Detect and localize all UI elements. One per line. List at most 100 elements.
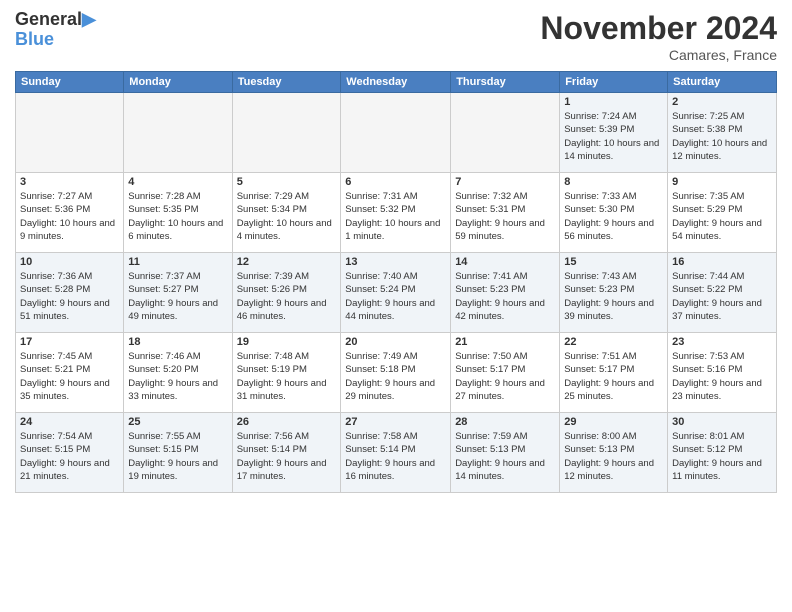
day-number: 9 bbox=[672, 176, 772, 188]
day-number: 22 bbox=[564, 336, 663, 348]
calendar-cell: 24 Sunrise: 7:54 AM Sunset: 5:15 PM Dayli… bbox=[16, 413, 124, 493]
calendar-cell: 18 Sunrise: 7:46 AM Sunset: 5:20 PM Dayli… bbox=[124, 333, 232, 413]
day-info: Sunrise: 7:29 AM Sunset: 5:34 PM Dayligh… bbox=[237, 190, 337, 243]
calendar-cell: 6 Sunrise: 7:31 AM Sunset: 5:32 PM Daylig… bbox=[341, 173, 451, 253]
calendar-week-row: 24 Sunrise: 7:54 AM Sunset: 5:15 PM Dayli… bbox=[16, 413, 777, 493]
day-info: Sunrise: 7:27 AM Sunset: 5:36 PM Dayligh… bbox=[20, 190, 119, 243]
day-info: Sunrise: 7:43 AM Sunset: 5:23 PM Dayligh… bbox=[564, 270, 663, 323]
day-number: 12 bbox=[237, 256, 337, 268]
weekday-header-cell: Wednesday bbox=[341, 72, 451, 93]
logo-line1: General▶ bbox=[15, 10, 96, 30]
day-info: Sunrise: 7:53 AM Sunset: 5:16 PM Dayligh… bbox=[672, 350, 772, 403]
weekday-header-row: SundayMondayTuesdayWednesdayThursdayFrid… bbox=[16, 72, 777, 93]
calendar-week-row: 10Sunrise: 7:36 AM Sunset: 5:28 PM Dayli… bbox=[16, 253, 777, 333]
day-info: Sunrise: 7:46 AM Sunset: 5:20 PM Dayligh… bbox=[128, 350, 227, 403]
day-number: 3 bbox=[20, 176, 119, 188]
day-info: Sunrise: 7:58 AM Sunset: 5:14 PM Dayligh… bbox=[345, 430, 446, 483]
day-info: Sunrise: 7:49 AM Sunset: 5:18 PM Dayligh… bbox=[345, 350, 446, 403]
calendar-cell bbox=[124, 93, 232, 173]
calendar-cell: 10Sunrise: 7:36 AM Sunset: 5:28 PM Dayli… bbox=[16, 253, 124, 333]
day-info: Sunrise: 7:28 AM Sunset: 5:35 PM Dayligh… bbox=[128, 190, 227, 243]
calendar-cell bbox=[341, 93, 451, 173]
calendar-cell: 23 Sunrise: 7:53 AM Sunset: 5:16 PM Dayli… bbox=[668, 333, 777, 413]
calendar-cell bbox=[232, 93, 341, 173]
weekday-header-cell: Sunday bbox=[16, 72, 124, 93]
calendar-cell: 3 Sunrise: 7:27 AM Sunset: 5:36 PM Daylig… bbox=[16, 173, 124, 253]
calendar-cell: 4 Sunrise: 7:28 AM Sunset: 5:35 PM Daylig… bbox=[124, 173, 232, 253]
day-number: 16 bbox=[672, 256, 772, 268]
calendar-cell: 9Sunrise: 7:35 AM Sunset: 5:29 PM Daylig… bbox=[668, 173, 777, 253]
day-info: Sunrise: 7:56 AM Sunset: 5:14 PM Dayligh… bbox=[237, 430, 337, 483]
calendar-cell: 26 Sunrise: 7:56 AM Sunset: 5:14 PM Dayli… bbox=[232, 413, 341, 493]
title-area: November 2024 Camares, France bbox=[540, 10, 777, 63]
day-number: 5 bbox=[237, 176, 337, 188]
day-info: Sunrise: 7:37 AM Sunset: 5:27 PM Dayligh… bbox=[128, 270, 227, 323]
calendar-cell bbox=[16, 93, 124, 173]
day-number: 15 bbox=[564, 256, 663, 268]
calendar-week-row: 17Sunrise: 7:45 AM Sunset: 5:21 PM Dayli… bbox=[16, 333, 777, 413]
calendar-cell: 21 Sunrise: 7:50 AM Sunset: 5:17 PM Dayli… bbox=[451, 333, 560, 413]
day-info: Sunrise: 8:00 AM Sunset: 5:13 PM Dayligh… bbox=[564, 430, 663, 483]
calendar-cell: 16Sunrise: 7:44 AM Sunset: 5:22 PM Dayli… bbox=[668, 253, 777, 333]
day-number: 18 bbox=[128, 336, 227, 348]
day-number: 10 bbox=[20, 256, 119, 268]
calendar-cell: 11Sunrise: 7:37 AM Sunset: 5:27 PM Dayli… bbox=[124, 253, 232, 333]
calendar-table: SundayMondayTuesdayWednesdayThursdayFrid… bbox=[15, 71, 777, 493]
calendar-cell: 22 Sunrise: 7:51 AM Sunset: 5:17 PM Dayli… bbox=[560, 333, 668, 413]
logo-line2: Blue bbox=[15, 30, 96, 50]
calendar-cell: 19Sunrise: 7:48 AM Sunset: 5:19 PM Dayli… bbox=[232, 333, 341, 413]
day-number: 24 bbox=[20, 416, 119, 428]
calendar-cell: 28Sunrise: 7:59 AM Sunset: 5:13 PM Dayli… bbox=[451, 413, 560, 493]
day-number: 8 bbox=[564, 176, 663, 188]
day-number: 1 bbox=[564, 96, 663, 108]
day-number: 13 bbox=[345, 256, 446, 268]
calendar-cell: 20 Sunrise: 7:49 AM Sunset: 5:18 PM Dayli… bbox=[341, 333, 451, 413]
day-number: 2 bbox=[672, 96, 772, 108]
day-number: 4 bbox=[128, 176, 227, 188]
calendar-cell: 29 Sunrise: 8:00 AM Sunset: 5:13 PM Dayli… bbox=[560, 413, 668, 493]
page-header: General▶ Blue November 2024 Camares, Fra… bbox=[15, 10, 777, 63]
weekday-header-cell: Thursday bbox=[451, 72, 560, 93]
weekday-header-cell: Monday bbox=[124, 72, 232, 93]
calendar-cell: 8 Sunrise: 7:33 AM Sunset: 5:30 PM Daylig… bbox=[560, 173, 668, 253]
calendar-body: 1 Sunrise: 7:24 AM Sunset: 5:39 PM Daylig… bbox=[16, 93, 777, 493]
day-info: Sunrise: 7:31 AM Sunset: 5:32 PM Dayligh… bbox=[345, 190, 446, 243]
calendar-cell: 5 Sunrise: 7:29 AM Sunset: 5:34 PM Daylig… bbox=[232, 173, 341, 253]
calendar-cell: 25 Sunrise: 7:55 AM Sunset: 5:15 PM Dayli… bbox=[124, 413, 232, 493]
day-info: Sunrise: 7:25 AM Sunset: 5:38 PM Dayligh… bbox=[672, 110, 772, 163]
page-container: General▶ Blue November 2024 Camares, Fra… bbox=[0, 0, 792, 503]
day-number: 25 bbox=[128, 416, 227, 428]
day-number: 20 bbox=[345, 336, 446, 348]
calendar-cell: 30Sunrise: 8:01 AM Sunset: 5:12 PM Dayli… bbox=[668, 413, 777, 493]
day-info: Sunrise: 7:50 AM Sunset: 5:17 PM Dayligh… bbox=[455, 350, 555, 403]
calendar-week-row: 1 Sunrise: 7:24 AM Sunset: 5:39 PM Daylig… bbox=[16, 93, 777, 173]
day-number: 6 bbox=[345, 176, 446, 188]
day-number: 23 bbox=[672, 336, 772, 348]
calendar-cell: 27Sunrise: 7:58 AM Sunset: 5:14 PM Dayli… bbox=[341, 413, 451, 493]
day-info: Sunrise: 7:51 AM Sunset: 5:17 PM Dayligh… bbox=[564, 350, 663, 403]
day-number: 21 bbox=[455, 336, 555, 348]
day-number: 14 bbox=[455, 256, 555, 268]
calendar-cell: 13 Sunrise: 7:40 AM Sunset: 5:24 PM Dayli… bbox=[341, 253, 451, 333]
day-number: 26 bbox=[237, 416, 337, 428]
calendar-cell: 2 Sunrise: 7:25 AM Sunset: 5:38 PM Daylig… bbox=[668, 93, 777, 173]
calendar-cell bbox=[451, 93, 560, 173]
day-number: 29 bbox=[564, 416, 663, 428]
day-info: Sunrise: 7:24 AM Sunset: 5:39 PM Dayligh… bbox=[564, 110, 663, 163]
day-number: 30 bbox=[672, 416, 772, 428]
calendar-cell: 15 Sunrise: 7:43 AM Sunset: 5:23 PM Dayli… bbox=[560, 253, 668, 333]
day-number: 7 bbox=[455, 176, 555, 188]
calendar-cell: 14Sunrise: 7:41 AM Sunset: 5:23 PM Dayli… bbox=[451, 253, 560, 333]
day-info: Sunrise: 7:55 AM Sunset: 5:15 PM Dayligh… bbox=[128, 430, 227, 483]
calendar-cell: 12 Sunrise: 7:39 AM Sunset: 5:26 PM Dayli… bbox=[232, 253, 341, 333]
weekday-header-cell: Friday bbox=[560, 72, 668, 93]
day-info: Sunrise: 7:39 AM Sunset: 5:26 PM Dayligh… bbox=[237, 270, 337, 323]
calendar-cell: 17Sunrise: 7:45 AM Sunset: 5:21 PM Dayli… bbox=[16, 333, 124, 413]
day-info: Sunrise: 7:59 AM Sunset: 5:13 PM Dayligh… bbox=[455, 430, 555, 483]
day-info: Sunrise: 7:54 AM Sunset: 5:15 PM Dayligh… bbox=[20, 430, 119, 483]
calendar-week-row: 3 Sunrise: 7:27 AM Sunset: 5:36 PM Daylig… bbox=[16, 173, 777, 253]
day-info: Sunrise: 7:40 AM Sunset: 5:24 PM Dayligh… bbox=[345, 270, 446, 323]
day-info: Sunrise: 7:33 AM Sunset: 5:30 PM Dayligh… bbox=[564, 190, 663, 243]
day-info: Sunrise: 7:32 AM Sunset: 5:31 PM Dayligh… bbox=[455, 190, 555, 243]
location: Camares, France bbox=[540, 47, 777, 63]
